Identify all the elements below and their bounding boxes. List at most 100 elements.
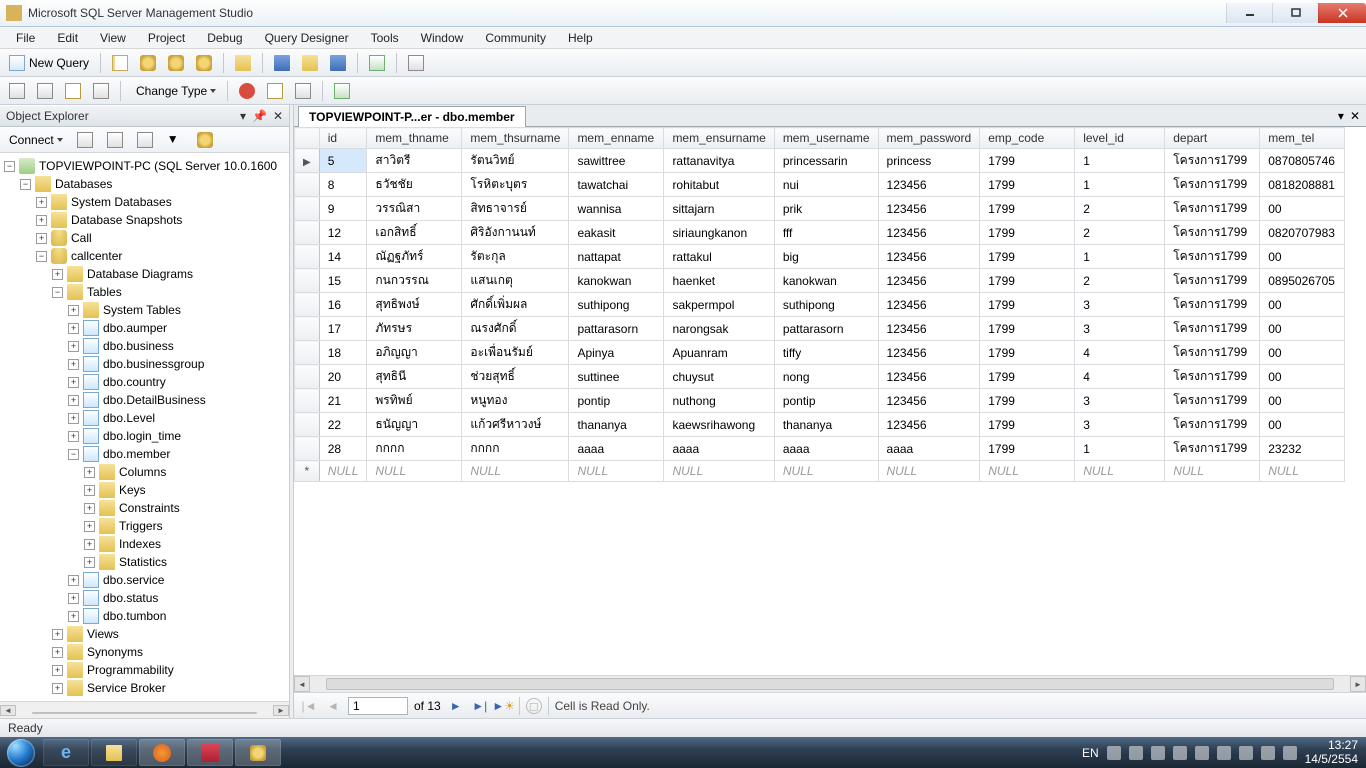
tree-node[interactable]: +Service Broker — [4, 679, 287, 697]
cell[interactable]: kanokwan — [569, 269, 664, 293]
tree-node[interactable]: +Columns — [4, 463, 287, 481]
tree-node[interactable]: +Synonyms — [4, 643, 287, 661]
cell[interactable]: nuthong — [664, 389, 774, 413]
taskbar-app1[interactable] — [187, 739, 233, 766]
cell[interactable]: thananya — [774, 413, 878, 437]
cell[interactable]: 28 — [319, 437, 367, 461]
column-header[interactable]: mem_enname — [569, 128, 664, 149]
cell[interactable]: อภิญญา — [367, 341, 462, 365]
tool-btn-6[interactable] — [364, 52, 390, 74]
cell[interactable]: narongsak — [664, 317, 774, 341]
add-table-button[interactable] — [329, 80, 355, 102]
cell[interactable]: 123456 — [878, 173, 980, 197]
expand-icon[interactable]: + — [68, 323, 79, 334]
tab-member[interactable]: TOPVIEWPOINT-P...er - dbo.member — [298, 106, 526, 127]
expand-icon[interactable]: + — [52, 269, 63, 280]
expand-icon[interactable]: + — [68, 395, 79, 406]
cell[interactable]: รัตะกุล — [462, 245, 569, 269]
grid-hscrollbar[interactable]: ◄► — [294, 675, 1366, 692]
expand-icon[interactable]: + — [68, 359, 79, 370]
cell[interactable]: tawatchai — [569, 173, 664, 197]
cell[interactable]: 00 — [1260, 389, 1345, 413]
tray-icon-6[interactable] — [1217, 746, 1231, 760]
menu-query-designer[interactable]: Query Designer — [255, 29, 359, 47]
cell[interactable]: 2 — [1075, 221, 1165, 245]
menu-tools[interactable]: Tools — [361, 29, 409, 47]
tree-node[interactable]: +Database Diagrams — [4, 265, 287, 283]
connect-tool-3[interactable] — [132, 129, 158, 151]
execute-button[interactable] — [234, 80, 260, 102]
menu-view[interactable]: View — [90, 29, 136, 47]
nav-first[interactable]: |◄ — [300, 697, 318, 715]
tool-btn-5[interactable] — [325, 52, 351, 74]
cell[interactable]: พรทิพย์ — [367, 389, 462, 413]
tree-node[interactable]: +dbo.tumbon — [4, 607, 287, 625]
cell[interactable]: 8 — [319, 173, 367, 197]
cell[interactable]: กกกก — [367, 437, 462, 461]
cell[interactable]: 123456 — [878, 293, 980, 317]
expand-icon[interactable]: + — [68, 575, 79, 586]
cell[interactable]: 1799 — [980, 413, 1075, 437]
new-row[interactable]: *NULLNULLNULLNULLNULLNULLNULLNULLNULLNUL… — [295, 461, 1345, 482]
taskbar-explorer[interactable] — [91, 739, 137, 766]
row-header[interactable]: ▶ — [295, 149, 320, 173]
cell[interactable]: pontip — [774, 389, 878, 413]
expand-icon[interactable]: + — [84, 557, 95, 568]
row-header[interactable] — [295, 413, 320, 437]
table-row[interactable]: ▶5สาวิตรีรัตนวิทย์sawittreerattanavityap… — [295, 149, 1345, 173]
cell[interactable]: ณรงศักดิ์ — [462, 317, 569, 341]
nav-prev[interactable]: ◄ — [324, 697, 342, 715]
tree-node[interactable]: +System Tables — [4, 301, 287, 319]
cell[interactable]: pontip — [569, 389, 664, 413]
table-row[interactable]: 14ณัฏฐภัทร์รัตะกุลnattapatrattakulbig123… — [295, 245, 1345, 269]
column-header[interactable]: id — [319, 128, 367, 149]
tree-node[interactable]: +System Databases — [4, 193, 287, 211]
tray-icon-2[interactable] — [1129, 746, 1143, 760]
tree-node[interactable]: +Indexes — [4, 535, 287, 553]
tray-icon-4[interactable] — [1173, 746, 1187, 760]
cell[interactable]: sakpermpol — [664, 293, 774, 317]
column-header[interactable]: depart — [1165, 128, 1260, 149]
cell[interactable]: 22 — [319, 413, 367, 437]
nav-stop[interactable]: ◻ — [526, 698, 542, 714]
table-row[interactable]: 8ธวัชชัยโรหิตะบุตรtawatchairohitabutnui1… — [295, 173, 1345, 197]
start-button[interactable] — [0, 737, 42, 768]
cell[interactable]: โครงการ1799 — [1165, 149, 1260, 173]
column-header[interactable]: mem_tel — [1260, 128, 1345, 149]
cell[interactable]: 4 — [1075, 365, 1165, 389]
cell[interactable]: 123456 — [878, 365, 980, 389]
connect-tool-2[interactable] — [102, 129, 128, 151]
cell[interactable]: 1799 — [980, 341, 1075, 365]
maximize-button[interactable] — [1272, 3, 1318, 23]
cell[interactable]: 123456 — [878, 341, 980, 365]
filter-button[interactable]: ▼ — [162, 129, 188, 151]
network-icon[interactable] — [1239, 746, 1253, 760]
table-row[interactable]: 17ภัทรษรณรงศักดิ์pattarasornnarongsakpat… — [295, 317, 1345, 341]
cell[interactable]: haenket — [664, 269, 774, 293]
cell[interactable]: kanokwan — [774, 269, 878, 293]
cell[interactable]: ศักดิ์เพิ่มผล — [462, 293, 569, 317]
row-header[interactable] — [295, 245, 320, 269]
cell[interactable]: ณัฏฐภัทร์ — [367, 245, 462, 269]
cell[interactable]: อะเพื่อนรัมย์ — [462, 341, 569, 365]
menu-file[interactable]: File — [6, 29, 45, 47]
cell[interactable]: 16 — [319, 293, 367, 317]
row-header[interactable] — [295, 437, 320, 461]
tree-node[interactable]: +dbo.status — [4, 589, 287, 607]
group-by-button[interactable] — [290, 80, 316, 102]
cell[interactable]: aaaa — [664, 437, 774, 461]
row-header[interactable] — [295, 317, 320, 341]
close-panel-icon[interactable]: ✕ — [273, 109, 283, 123]
cell[interactable]: 123456 — [878, 221, 980, 245]
expand-icon[interactable]: + — [52, 665, 63, 676]
expand-icon[interactable]: + — [84, 485, 95, 496]
cell[interactable]: โครงการ1799 — [1165, 389, 1260, 413]
tool-btn-4[interactable] — [191, 52, 217, 74]
row-header[interactable] — [295, 293, 320, 317]
minimize-button[interactable] — [1226, 3, 1272, 23]
cell[interactable]: รัตนวิทย์ — [462, 149, 569, 173]
cell[interactable]: siriaungkanon — [664, 221, 774, 245]
column-header[interactable]: mem_thsurname — [462, 128, 569, 149]
volume-icon[interactable] — [1261, 746, 1275, 760]
cell[interactable]: 00 — [1260, 341, 1345, 365]
